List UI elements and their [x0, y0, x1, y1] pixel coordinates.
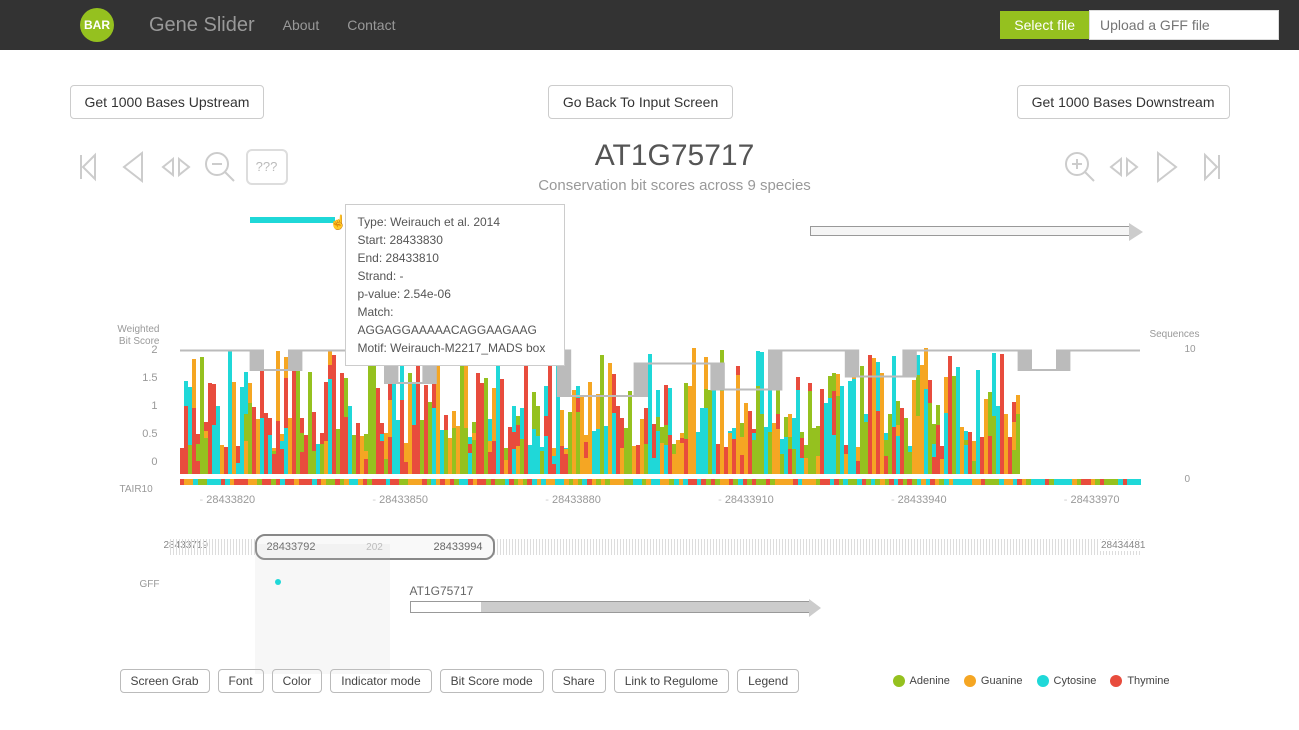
chart-bars-area[interactable] — [180, 344, 1140, 474]
gene-subtitle: Conservation bit scores across 9 species — [288, 177, 1062, 194]
nudge-forward-icon[interactable] — [1106, 147, 1142, 187]
nucleotide-color-strip — [180, 479, 1140, 485]
tooltip-pvalue: p-value: 2.54e-06 — [358, 285, 552, 303]
gff-gene-label: AT1G75717 — [410, 584, 474, 598]
gff-row: GFF AT1G75717 — [70, 579, 1230, 649]
motif-tooltip: Type: Weirauch et al. 2014 Start: 284338… — [345, 204, 565, 366]
motif-track-bar[interactable] — [250, 217, 335, 223]
bottom-toolbar: Screen Grab Font Color Indicator mode Bi… — [70, 669, 1230, 693]
legend-adenine: Adenine — [893, 675, 950, 687]
tooltip-strand: Strand: - — [358, 267, 552, 285]
y-ticks-left: 2 1.5 1 0.5 0 — [130, 344, 158, 484]
select-file-button[interactable]: Select file — [1000, 11, 1089, 39]
top-button-row: Get 1000 Bases Upstream Go Back To Input… — [70, 85, 1230, 119]
bar-logo: BAR — [80, 8, 114, 42]
left-controls: ??? — [70, 147, 288, 187]
upper-track-area: ☝ Type: Weirauch et al. 2014 Start: 2843… — [70, 204, 1230, 334]
gff-motif-marker[interactable] — [275, 579, 281, 585]
nav-contact[interactable]: Contact — [347, 17, 395, 33]
controls-row: ??? AT1G75717 Conservation bit scores ac… — [70, 139, 1230, 194]
skip-forward-icon[interactable] — [1194, 147, 1230, 187]
tooltip-end: End: 28433810 — [358, 249, 552, 267]
link-regulome-button[interactable]: Link to Regulome — [614, 669, 729, 693]
back-to-input-button[interactable]: Go Back To Input Screen — [548, 85, 733, 119]
tooltip-start: Start: 28433830 — [358, 231, 552, 249]
tooltip-match: Match: AGGAGGAAAAACAGGAAGAAG — [358, 303, 552, 339]
overview-window-end: 28433994 — [434, 541, 483, 553]
y-axis-right-label: Sequences — [1149, 329, 1199, 340]
bitscore-chart: Weighted Bit Score Sequences 2 1.5 1 0.5… — [70, 334, 1230, 534]
right-controls — [1062, 147, 1230, 187]
legend-button[interactable]: Legend — [737, 669, 799, 693]
step-back-icon[interactable] — [114, 147, 150, 187]
skip-back-icon[interactable] — [70, 147, 106, 187]
tair10-label: TAIR10 — [120, 484, 153, 495]
bitscore-mode-button[interactable]: Bit Score mode — [440, 669, 544, 693]
legend-guanine: Guanine — [964, 675, 1023, 687]
app-title: Gene Slider — [149, 14, 255, 37]
overview-right-coord: 28434481 — [1099, 540, 1148, 551]
tooltip-type: Type: Weirauch et al. 2014 — [358, 213, 552, 231]
gene-id-title: AT1G75717 — [288, 139, 1062, 173]
upload-gff-input[interactable] — [1089, 10, 1279, 40]
share-button[interactable]: Share — [552, 669, 606, 693]
gene-model-arrow-upper[interactable] — [810, 226, 1130, 236]
zoom-in-icon[interactable] — [1062, 147, 1098, 187]
upstream-button[interactable]: Get 1000 Bases Upstream — [70, 85, 265, 119]
gff-gene-model-arrow[interactable] — [410, 601, 810, 613]
gff-label: GFF — [140, 579, 160, 590]
downstream-button[interactable]: Get 1000 Bases Downstream — [1017, 85, 1230, 119]
tooltip-motif: Motif: Weirauch-M2217_MADS box — [358, 339, 552, 357]
legend-thymine: Thymine — [1110, 675, 1169, 687]
screengrab-button[interactable]: Screen Grab — [120, 669, 210, 693]
x-axis-ticks: 28433820 28433850 28433880 28433910 2843… — [180, 494, 1140, 506]
legend-cytosine: Cytosine — [1037, 675, 1097, 687]
zoom-out-icon[interactable] — [202, 147, 238, 187]
view-highlight-region — [255, 544, 390, 674]
step-forward-icon[interactable] — [1150, 147, 1186, 187]
nav-about[interactable]: About — [283, 17, 320, 33]
nudge-back-icon[interactable] — [158, 147, 194, 187]
nucleotide-legend: Adenine Guanine Cytosine Thymine — [893, 675, 1230, 687]
help-button[interactable]: ??? — [246, 149, 288, 185]
app-header: BAR Gene Slider About Contact Select fil… — [0, 0, 1299, 50]
